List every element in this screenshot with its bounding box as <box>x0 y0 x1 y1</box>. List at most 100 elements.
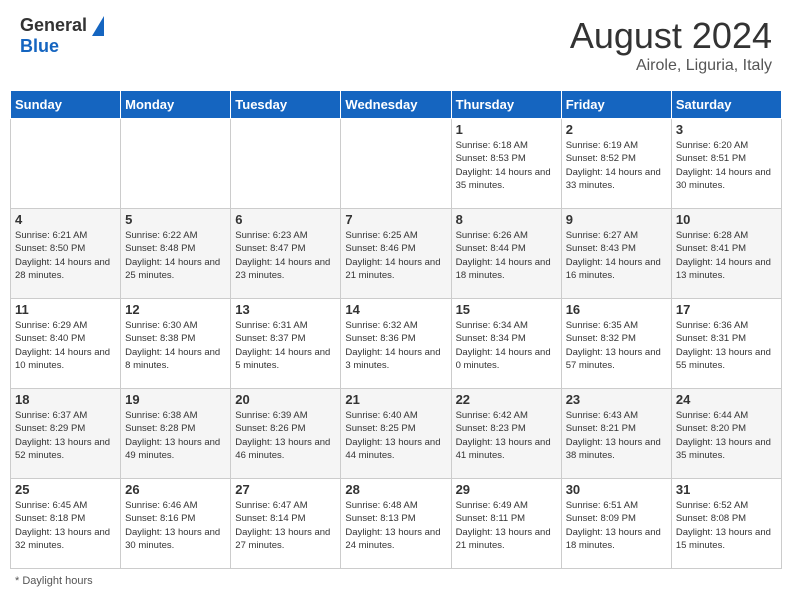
day-number: 1 <box>456 122 557 137</box>
day-number: 23 <box>566 392 667 407</box>
day-number: 6 <box>235 212 336 227</box>
day-number: 20 <box>235 392 336 407</box>
day-info: Sunrise: 6:26 AM Sunset: 8:44 PM Dayligh… <box>456 229 557 282</box>
calendar-cell: 11 Sunrise: 6:29 AM Sunset: 8:40 PM Dayli… <box>11 299 121 389</box>
calendar-cell: 12 Sunrise: 6:30 AM Sunset: 8:38 PM Dayli… <box>121 299 231 389</box>
day-info: Sunrise: 6:34 AM Sunset: 8:34 PM Dayligh… <box>456 319 557 372</box>
calendar-cell: 20 Sunrise: 6:39 AM Sunset: 8:26 PM Dayli… <box>231 389 341 479</box>
day-number: 24 <box>676 392 777 407</box>
day-number: 3 <box>676 122 777 137</box>
calendar-header-friday: Friday <box>561 91 671 119</box>
day-number: 17 <box>676 302 777 317</box>
day-info: Sunrise: 6:23 AM Sunset: 8:47 PM Dayligh… <box>235 229 336 282</box>
day-info: Sunrise: 6:25 AM Sunset: 8:46 PM Dayligh… <box>345 229 446 282</box>
calendar-header-tuesday: Tuesday <box>231 91 341 119</box>
day-number: 10 <box>676 212 777 227</box>
calendar-cell <box>231 119 341 209</box>
day-info: Sunrise: 6:45 AM Sunset: 8:18 PM Dayligh… <box>15 499 116 552</box>
day-number: 21 <box>345 392 446 407</box>
day-number: 8 <box>456 212 557 227</box>
logo-general-text: General <box>20 15 87 36</box>
day-info: Sunrise: 6:43 AM Sunset: 8:21 PM Dayligh… <box>566 409 667 462</box>
calendar-header-monday: Monday <box>121 91 231 119</box>
footer-note: * Daylight hours <box>10 575 782 587</box>
day-number: 13 <box>235 302 336 317</box>
day-number: 11 <box>15 302 116 317</box>
calendar-cell: 14 Sunrise: 6:32 AM Sunset: 8:36 PM Dayli… <box>341 299 451 389</box>
calendar-cell: 10 Sunrise: 6:28 AM Sunset: 8:41 PM Dayli… <box>671 209 781 299</box>
calendar-cell <box>341 119 451 209</box>
calendar-week-5: 25Sunrise: 6:45 AM Sunset: 8:18 PM Dayli… <box>11 479 782 569</box>
day-info: Sunrise: 6:19 AM Sunset: 8:52 PM Dayligh… <box>566 139 667 192</box>
day-info: Sunrise: 6:30 AM Sunset: 8:38 PM Dayligh… <box>125 319 226 372</box>
calendar-cell: 29 Sunrise: 6:49 AM Sunset: 8:11 PM Dayli… <box>451 479 561 569</box>
calendar-cell: 21 Sunrise: 6:40 AM Sunset: 8:25 PM Dayli… <box>341 389 451 479</box>
day-info: Sunrise: 6:29 AM Sunset: 8:40 PM Dayligh… <box>15 319 116 372</box>
day-info: Sunrise: 6:48 AM Sunset: 8:13 PM Dayligh… <box>345 499 446 552</box>
location-subtitle: Airole, Liguria, Italy <box>570 57 772 75</box>
calendar-header-thursday: Thursday <box>451 91 561 119</box>
day-number: 2 <box>566 122 667 137</box>
calendar-header-saturday: Saturday <box>671 91 781 119</box>
day-number: 4 <box>15 212 116 227</box>
calendar-cell: 2 Sunrise: 6:19 AM Sunset: 8:52 PM Daylig… <box>561 119 671 209</box>
calendar-cell: 19Sunrise: 6:38 AM Sunset: 8:28 PM Dayli… <box>121 389 231 479</box>
calendar-cell <box>11 119 121 209</box>
day-info: Sunrise: 6:28 AM Sunset: 8:41 PM Dayligh… <box>676 229 777 282</box>
day-number: 14 <box>345 302 446 317</box>
day-number: 12 <box>125 302 226 317</box>
calendar-header-row: SundayMondayTuesdayWednesdayThursdayFrid… <box>11 91 782 119</box>
calendar-cell: 24 Sunrise: 6:44 AM Sunset: 8:20 PM Dayli… <box>671 389 781 479</box>
calendar-week-2: 4 Sunrise: 6:21 AM Sunset: 8:50 PM Daylig… <box>11 209 782 299</box>
calendar-week-3: 11 Sunrise: 6:29 AM Sunset: 8:40 PM Dayli… <box>11 299 782 389</box>
calendar-cell: 31Sunrise: 6:52 AM Sunset: 8:08 PM Dayli… <box>671 479 781 569</box>
day-number: 30 <box>566 482 667 497</box>
calendar-cell: 3 Sunrise: 6:20 AM Sunset: 8:51 PM Daylig… <box>671 119 781 209</box>
day-number: 5 <box>125 212 226 227</box>
day-number: 15 <box>456 302 557 317</box>
day-info: Sunrise: 6:32 AM Sunset: 8:36 PM Dayligh… <box>345 319 446 372</box>
day-info: Sunrise: 6:21 AM Sunset: 8:50 PM Dayligh… <box>15 229 116 282</box>
calendar-cell: 8 Sunrise: 6:26 AM Sunset: 8:44 PM Daylig… <box>451 209 561 299</box>
day-info: Sunrise: 6:20 AM Sunset: 8:51 PM Dayligh… <box>676 139 777 192</box>
day-number: 19 <box>125 392 226 407</box>
calendar-week-1: 1 Sunrise: 6:18 AM Sunset: 8:53 PM Daylig… <box>11 119 782 209</box>
calendar-cell: 23 Sunrise: 6:43 AM Sunset: 8:21 PM Dayli… <box>561 389 671 479</box>
day-info: Sunrise: 6:44 AM Sunset: 8:20 PM Dayligh… <box>676 409 777 462</box>
logo-blue-text: Blue <box>20 36 59 57</box>
calendar-cell: 9Sunrise: 6:27 AM Sunset: 8:43 PM Daylig… <box>561 209 671 299</box>
calendar-cell: 13 Sunrise: 6:31 AM Sunset: 8:37 PM Dayli… <box>231 299 341 389</box>
day-info: Sunrise: 6:42 AM Sunset: 8:23 PM Dayligh… <box>456 409 557 462</box>
day-info: Sunrise: 6:18 AM Sunset: 8:53 PM Dayligh… <box>456 139 557 192</box>
calendar-cell: 16 Sunrise: 6:35 AM Sunset: 8:32 PM Dayli… <box>561 299 671 389</box>
calendar-cell <box>121 119 231 209</box>
calendar-cell: 5 Sunrise: 6:22 AM Sunset: 8:48 PM Daylig… <box>121 209 231 299</box>
logo-triangle-icon <box>92 16 104 36</box>
day-number: 7 <box>345 212 446 227</box>
day-info: Sunrise: 6:40 AM Sunset: 8:25 PM Dayligh… <box>345 409 446 462</box>
day-number: 18 <box>15 392 116 407</box>
day-info: Sunrise: 6:39 AM Sunset: 8:26 PM Dayligh… <box>235 409 336 462</box>
calendar-cell: 17Sunrise: 6:36 AM Sunset: 8:31 PM Dayli… <box>671 299 781 389</box>
calendar-cell: 28Sunrise: 6:48 AM Sunset: 8:13 PM Dayli… <box>341 479 451 569</box>
day-info: Sunrise: 6:22 AM Sunset: 8:48 PM Dayligh… <box>125 229 226 282</box>
day-info: Sunrise: 6:27 AM Sunset: 8:43 PM Dayligh… <box>566 229 667 282</box>
day-info: Sunrise: 6:51 AM Sunset: 8:09 PM Dayligh… <box>566 499 667 552</box>
calendar-cell: 4 Sunrise: 6:21 AM Sunset: 8:50 PM Daylig… <box>11 209 121 299</box>
calendar-cell: 15 Sunrise: 6:34 AM Sunset: 8:34 PM Dayli… <box>451 299 561 389</box>
day-info: Sunrise: 6:49 AM Sunset: 8:11 PM Dayligh… <box>456 499 557 552</box>
calendar-cell: 26Sunrise: 6:46 AM Sunset: 8:16 PM Dayli… <box>121 479 231 569</box>
month-year-title: August 2024 <box>570 15 772 57</box>
calendar-cell: 18 Sunrise: 6:37 AM Sunset: 8:29 PM Dayli… <box>11 389 121 479</box>
day-info: Sunrise: 6:52 AM Sunset: 8:08 PM Dayligh… <box>676 499 777 552</box>
calendar-cell: 30 Sunrise: 6:51 AM Sunset: 8:09 PM Dayli… <box>561 479 671 569</box>
day-number: 29 <box>456 482 557 497</box>
day-info: Sunrise: 6:35 AM Sunset: 8:32 PM Dayligh… <box>566 319 667 372</box>
day-number: 27 <box>235 482 336 497</box>
day-info: Sunrise: 6:37 AM Sunset: 8:29 PM Dayligh… <box>15 409 116 462</box>
day-info: Sunrise: 6:47 AM Sunset: 8:14 PM Dayligh… <box>235 499 336 552</box>
day-number: 16 <box>566 302 667 317</box>
day-info: Sunrise: 6:31 AM Sunset: 8:37 PM Dayligh… <box>235 319 336 372</box>
calendar-cell: 22Sunrise: 6:42 AM Sunset: 8:23 PM Dayli… <box>451 389 561 479</box>
calendar-header-sunday: Sunday <box>11 91 121 119</box>
